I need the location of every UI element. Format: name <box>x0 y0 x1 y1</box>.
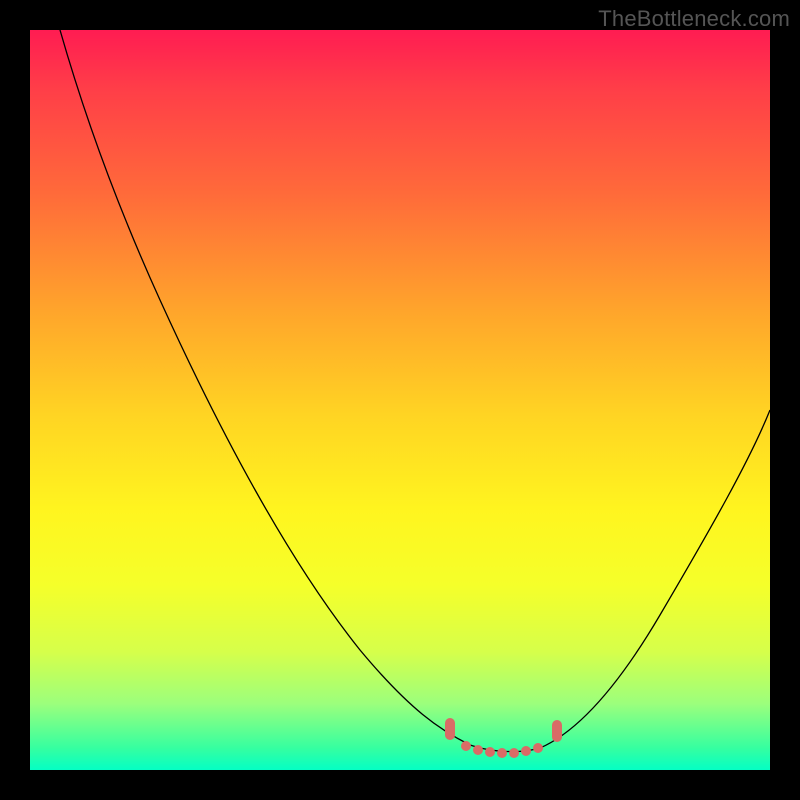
marker-dot <box>473 745 483 755</box>
marker-dot <box>461 741 471 751</box>
marker-dot <box>521 746 531 756</box>
marker-dot <box>509 748 519 758</box>
curve-right <box>540 410 770 748</box>
plot-area <box>30 30 770 770</box>
chart-container: TheBottleneck.com <box>0 0 800 800</box>
watermark-text: TheBottleneck.com <box>598 6 790 32</box>
marker-dot <box>497 748 507 758</box>
marker-dot <box>485 747 495 757</box>
curve-left <box>60 30 470 745</box>
marker-dot <box>533 743 543 753</box>
bottleneck-curve <box>30 30 770 770</box>
marker-dot <box>552 720 562 742</box>
marker-dot <box>445 718 455 740</box>
